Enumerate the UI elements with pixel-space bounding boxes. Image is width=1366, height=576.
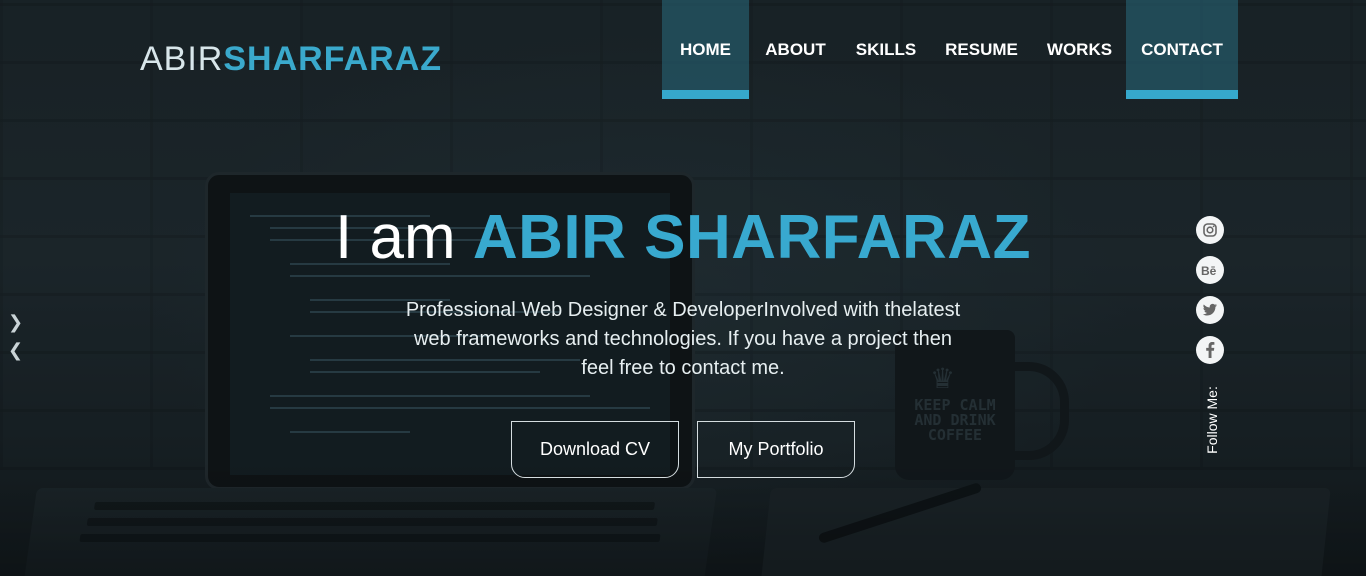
nav-about[interactable]: ABOUT	[749, 0, 842, 99]
instagram-icon[interactable]	[1196, 216, 1224, 244]
hero-name: ABIR SHARFARAZ	[472, 203, 1031, 272]
svg-text:Bē: Bē	[1201, 264, 1217, 277]
hero-title: I am ABIR SHARFARAZ	[0, 202, 1366, 274]
follow-me-label: Follow Me:	[1204, 386, 1220, 454]
social-links: Bē	[1196, 216, 1226, 376]
logo-first-name: ABIR	[140, 40, 224, 78]
site-logo[interactable]: ABIRSHARFARAZ	[140, 40, 442, 78]
hero-lead: I am	[335, 203, 456, 272]
my-portfolio-button[interactable]: My Portfolio	[697, 421, 855, 478]
nav-skills[interactable]: SKILLS	[842, 0, 930, 99]
download-cv-button[interactable]: Download CV	[511, 421, 679, 478]
main-nav: HOME ABOUT SKILLS RESUME WORKS CONTACT	[662, 0, 1238, 99]
chevron-right-icon[interactable]: ❯	[8, 312, 23, 333]
facebook-icon[interactable]	[1196, 336, 1224, 364]
twitter-icon[interactable]	[1196, 296, 1224, 324]
hero-description: Professional Web Designer & DeveloperInv…	[405, 299, 961, 379]
nav-resume[interactable]: RESUME	[930, 0, 1033, 99]
behance-icon[interactable]: Bē	[1196, 256, 1224, 284]
nav-works[interactable]: WORKS	[1033, 0, 1126, 99]
nav-home[interactable]: HOME	[662, 0, 749, 99]
logo-last-name: SHARFARAZ	[223, 40, 443, 78]
chevron-left-icon[interactable]: ❮	[8, 340, 23, 361]
nav-contact[interactable]: CONTACT	[1126, 0, 1238, 99]
